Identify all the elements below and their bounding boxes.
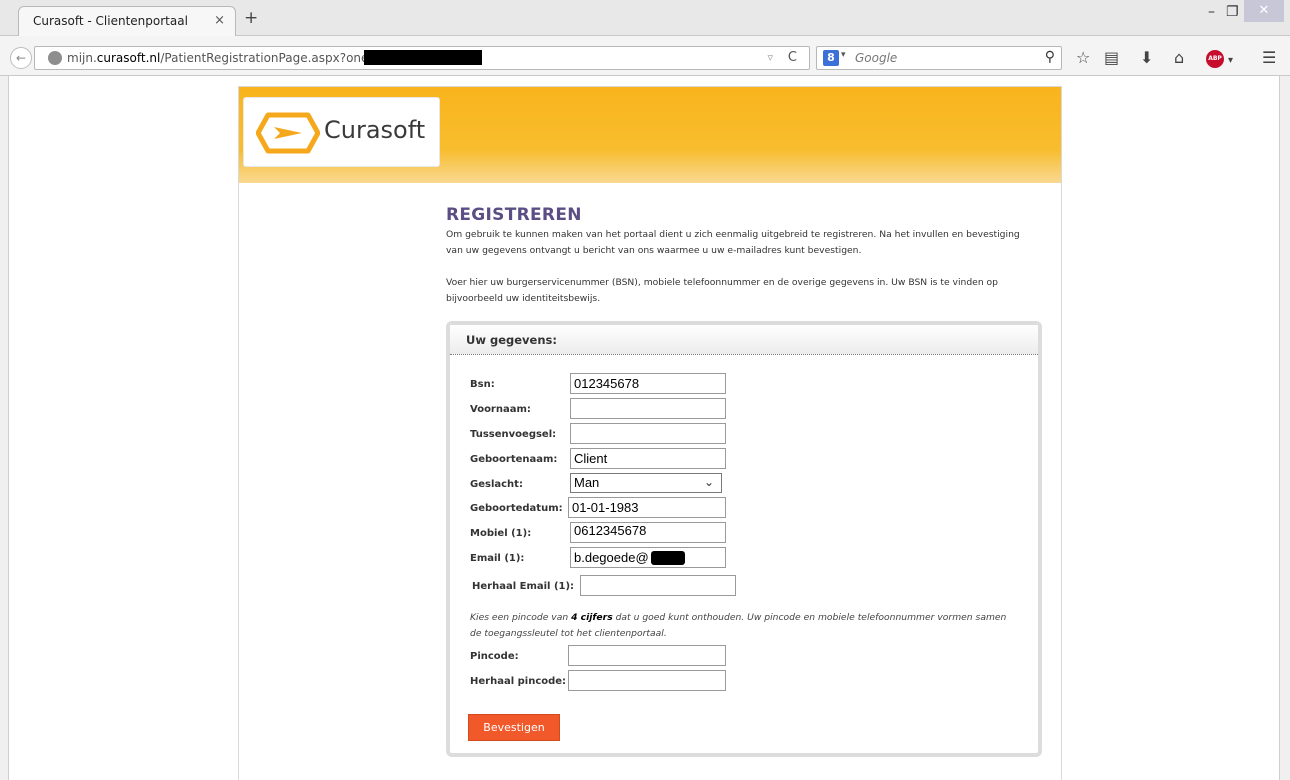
window-close-button[interactable]: ✕ xyxy=(1244,0,1284,22)
browser-tab[interactable]: Curasoft - Clientenportaal × xyxy=(18,6,236,36)
pincode-label: Pincode: xyxy=(470,651,519,662)
geboortedatum-field[interactable]: 01-01-1983 xyxy=(568,497,726,518)
close-tab-icon[interactable]: × xyxy=(214,13,225,28)
tab-title: Curasoft - Clientenportaal xyxy=(33,14,188,28)
new-tab-button[interactable]: + xyxy=(244,10,258,27)
browser-titlebar: Curasoft - Clientenportaal × + – ❐ ✕ xyxy=(0,0,1290,36)
email-field[interactable]: b.degoede@ xyxy=(570,547,726,568)
star-icon[interactable]: ☆ xyxy=(1076,50,1090,66)
email-label: Email (1): xyxy=(470,553,525,564)
form-row-voornaam: Voornaam: xyxy=(470,398,1030,420)
logo-text: Curasoft xyxy=(324,116,426,144)
page-edge xyxy=(1280,76,1290,780)
browser-navbar: ← mijn.curasoft.nl/PatientRegistrationPa… xyxy=(0,36,1290,76)
pincode-field[interactable] xyxy=(568,645,726,666)
adblock-icon[interactable]: ABP xyxy=(1206,50,1224,68)
bsn-field[interactable]: 012345678 xyxy=(570,373,726,394)
voornaam-field[interactable] xyxy=(570,398,726,419)
geboortedatum-label: Geboortedatum: xyxy=(470,503,563,514)
herhaal-email-label: Herhaal Email (1): xyxy=(472,581,575,592)
form-row-mobiel: Mobiel (1): 0612345678 xyxy=(470,522,1030,544)
logo[interactable]: Curasoft xyxy=(243,97,440,167)
reload-icon[interactable]: C xyxy=(788,50,797,65)
registration-form: Uw gegevens: Bsn: 012345678 Voornaam: Tu… xyxy=(446,321,1042,757)
menu-icon[interactable]: ☰ xyxy=(1262,50,1276,66)
panel-title: Uw gegevens: xyxy=(466,333,557,347)
back-button[interactable]: ← xyxy=(10,47,32,69)
intro-text: Om gebruik te kunnen maken van het porta… xyxy=(446,229,1020,256)
download-icon[interactable]: ⬇ xyxy=(1140,50,1153,66)
page-viewport: Curasoft REGISTREREN Om gebruik te kunne… xyxy=(8,76,1280,780)
geboortenaam-label: Geboortenaam: xyxy=(470,454,558,465)
bevestigen-button[interactable]: Bevestigen xyxy=(468,714,560,741)
herhaal-email-field[interactable] xyxy=(580,575,736,596)
address-bar[interactable]: mijn.curasoft.nl/PatientRegistrationPage… xyxy=(34,46,810,70)
home-icon[interactable]: ⌂ xyxy=(1174,50,1184,66)
herhaal-pincode-field[interactable] xyxy=(568,670,726,691)
search-engine-dropdown-icon[interactable]: ▾ xyxy=(841,50,846,60)
search-placeholder: Google xyxy=(855,51,898,65)
form-row-email: Email (1): b.degoede@ xyxy=(470,547,1030,569)
form-row-tussenvoegsel: Tussenvoegsel: xyxy=(470,423,1030,445)
tussenvoegsel-field[interactable] xyxy=(570,423,726,444)
bsn-label: Bsn: xyxy=(470,379,495,390)
restore-button[interactable]: ❐ xyxy=(1226,4,1239,20)
main-content: REGISTREREN Om gebruik te kunnen maken v… xyxy=(446,205,1051,307)
mobiel-field[interactable]: 0612345678 xyxy=(570,522,726,543)
mobiel-label: Mobiel (1): xyxy=(470,528,532,539)
geslacht-select[interactable]: Man ⌄ xyxy=(570,473,722,493)
minimize-button[interactable]: – xyxy=(1208,4,1215,20)
voornaam-label: Voornaam: xyxy=(470,404,531,415)
search-icon[interactable]: ⚲ xyxy=(1045,49,1055,65)
geslacht-selected: Man xyxy=(574,475,600,490)
search-bar[interactable]: 8 ▾ Google ⚲ xyxy=(816,46,1062,70)
header-banner: Curasoft xyxy=(239,87,1061,183)
panel-header: Uw gegevens: xyxy=(450,325,1038,355)
form-row-geboortedatum: Geboortedatum: 01-01-1983 xyxy=(470,497,1030,519)
redacted-block xyxy=(364,50,482,65)
geslacht-label: Geslacht: xyxy=(470,479,523,490)
url-dropdown-icon[interactable]: ▿ xyxy=(767,51,773,64)
form-row-geslacht: Geslacht: Man ⌄ xyxy=(470,473,1030,495)
tussenvoegsel-label: Tussenvoegsel: xyxy=(470,429,557,440)
form-row-herhaal-pincode: Herhaal pincode: xyxy=(470,670,1030,692)
herhaal-pincode-label: Herhaal pincode: xyxy=(470,676,567,687)
chevron-down-icon: ⌄ xyxy=(703,475,714,489)
redacted-block xyxy=(651,551,685,565)
globe-icon xyxy=(48,51,62,65)
curasoft-logo-icon xyxy=(256,112,320,154)
instructions-text: Voer hier uw burgerservicenummer (BSN), … xyxy=(446,277,999,304)
form-row-geboortenaam: Geboortenaam: Client xyxy=(470,448,1030,470)
page-title: REGISTREREN xyxy=(446,205,582,225)
google-icon[interactable]: 8 xyxy=(823,50,839,66)
page-container: Curasoft REGISTREREN Om gebruik te kunne… xyxy=(238,86,1062,780)
geboortenaam-field[interactable]: Client xyxy=(570,448,726,469)
form-row-herhaal-email: Herhaal Email (1): xyxy=(470,575,1030,597)
form-row-bsn: Bsn: 012345678 xyxy=(470,373,1030,395)
adblock-dropdown-icon[interactable]: ▾ xyxy=(1228,53,1233,69)
pincode-hint: Kies een pincode van 4 cijfers dat u goe… xyxy=(470,612,1007,639)
reading-list-icon[interactable]: ▤ xyxy=(1104,50,1119,66)
form-row-pincode: Pincode: xyxy=(470,645,1030,667)
